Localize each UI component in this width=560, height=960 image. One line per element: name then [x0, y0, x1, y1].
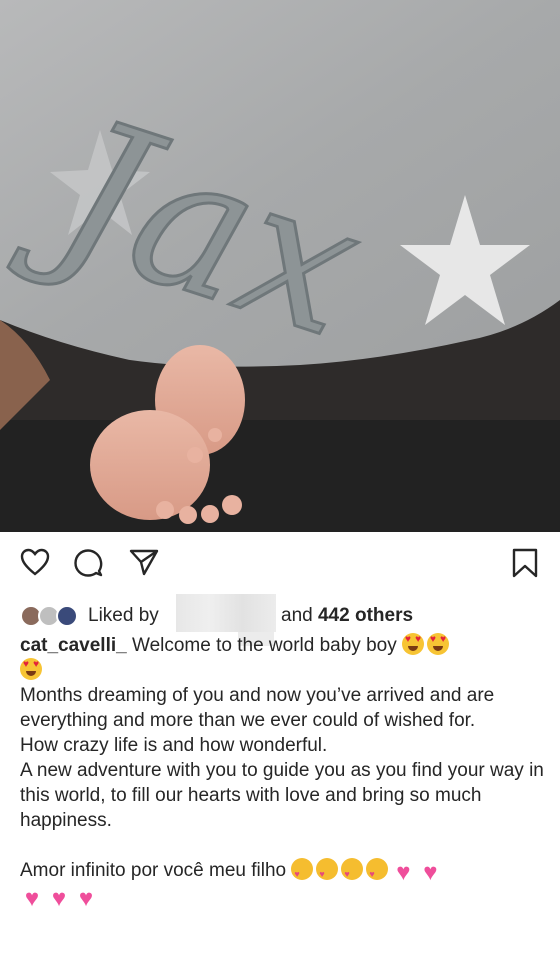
- pink-heart-icon: ♥: [24, 885, 40, 912]
- likes-row[interactable]: Liked by and 442 others: [0, 594, 560, 646]
- caption-line1: Welcome to the world baby boy: [131, 635, 397, 656]
- caption-para1: Months dreaming of you and now you’ve ar…: [20, 685, 495, 731]
- comment-icon[interactable]: [73, 548, 103, 578]
- post-caption: cat_cavelli_ Welcome to the world baby b…: [20, 633, 550, 912]
- caption-para4: Amor infinito por você meu filho: [20, 860, 287, 881]
- bookmark-icon[interactable]: [512, 548, 538, 578]
- post-image: Jax: [0, 0, 560, 532]
- hugging-face-emoji-icon: ♥: [316, 858, 339, 880]
- hugging-face-emoji-icon: ♥: [341, 858, 364, 880]
- caption-username[interactable]: cat_cavelli_: [20, 635, 127, 656]
- pink-heart-icon: ♥: [78, 885, 94, 912]
- redacted-username: [176, 594, 276, 632]
- liker-avatars[interactable]: [20, 605, 82, 627]
- avatar[interactable]: [56, 605, 78, 627]
- heart-eyes-emoji-icon: [402, 633, 424, 655]
- post-photo[interactable]: Jax: [0, 0, 560, 532]
- likes-count[interactable]: 442 others: [318, 605, 413, 626]
- heart-outline-icon[interactable]: [20, 548, 50, 576]
- pink-heart-icon: ♥: [423, 859, 438, 886]
- likes-and: and: [281, 605, 313, 626]
- caption-para3: A new adventure with you to guide you as…: [20, 760, 544, 831]
- hugging-face-emoji-icon: ♥: [366, 858, 389, 880]
- heart-eyes-emoji-icon: [427, 633, 449, 655]
- pink-heart-icon: ♥: [396, 859, 411, 886]
- send-icon[interactable]: [129, 548, 159, 576]
- pink-heart-icon: ♥: [51, 885, 67, 912]
- action-bar: [0, 532, 560, 602]
- hugging-face-emoji-icon: ♥: [291, 858, 314, 880]
- likes-others[interactable]: and 442 others: [281, 605, 413, 627]
- caption-para2: How crazy life is and how wonderful.: [20, 735, 328, 756]
- heart-eyes-emoji-icon: [20, 658, 42, 680]
- liked-by-label: Liked by: [88, 605, 159, 626]
